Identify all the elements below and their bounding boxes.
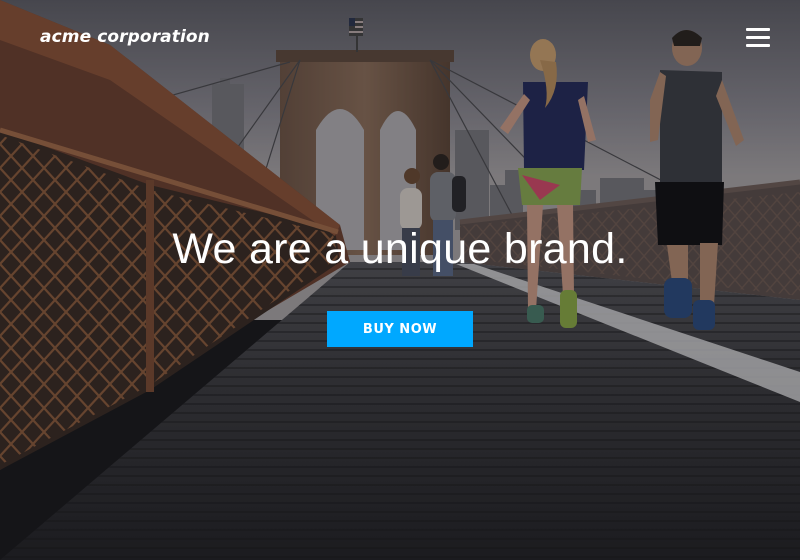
hero-headline: We are a unique brand. [172,225,628,273]
hamburger-menu-icon[interactable] [744,27,772,49]
brand-logo[interactable]: acme corporation [40,27,210,47]
hero-background-photo [0,0,800,560]
menu-bar-top [746,28,770,31]
menu-bar-bottom [746,44,770,47]
menu-bar-middle [746,36,770,39]
buy-now-button[interactable]: BUY NOW [327,311,473,347]
hero-section: acme corporation We are a unique brand. … [0,0,800,560]
